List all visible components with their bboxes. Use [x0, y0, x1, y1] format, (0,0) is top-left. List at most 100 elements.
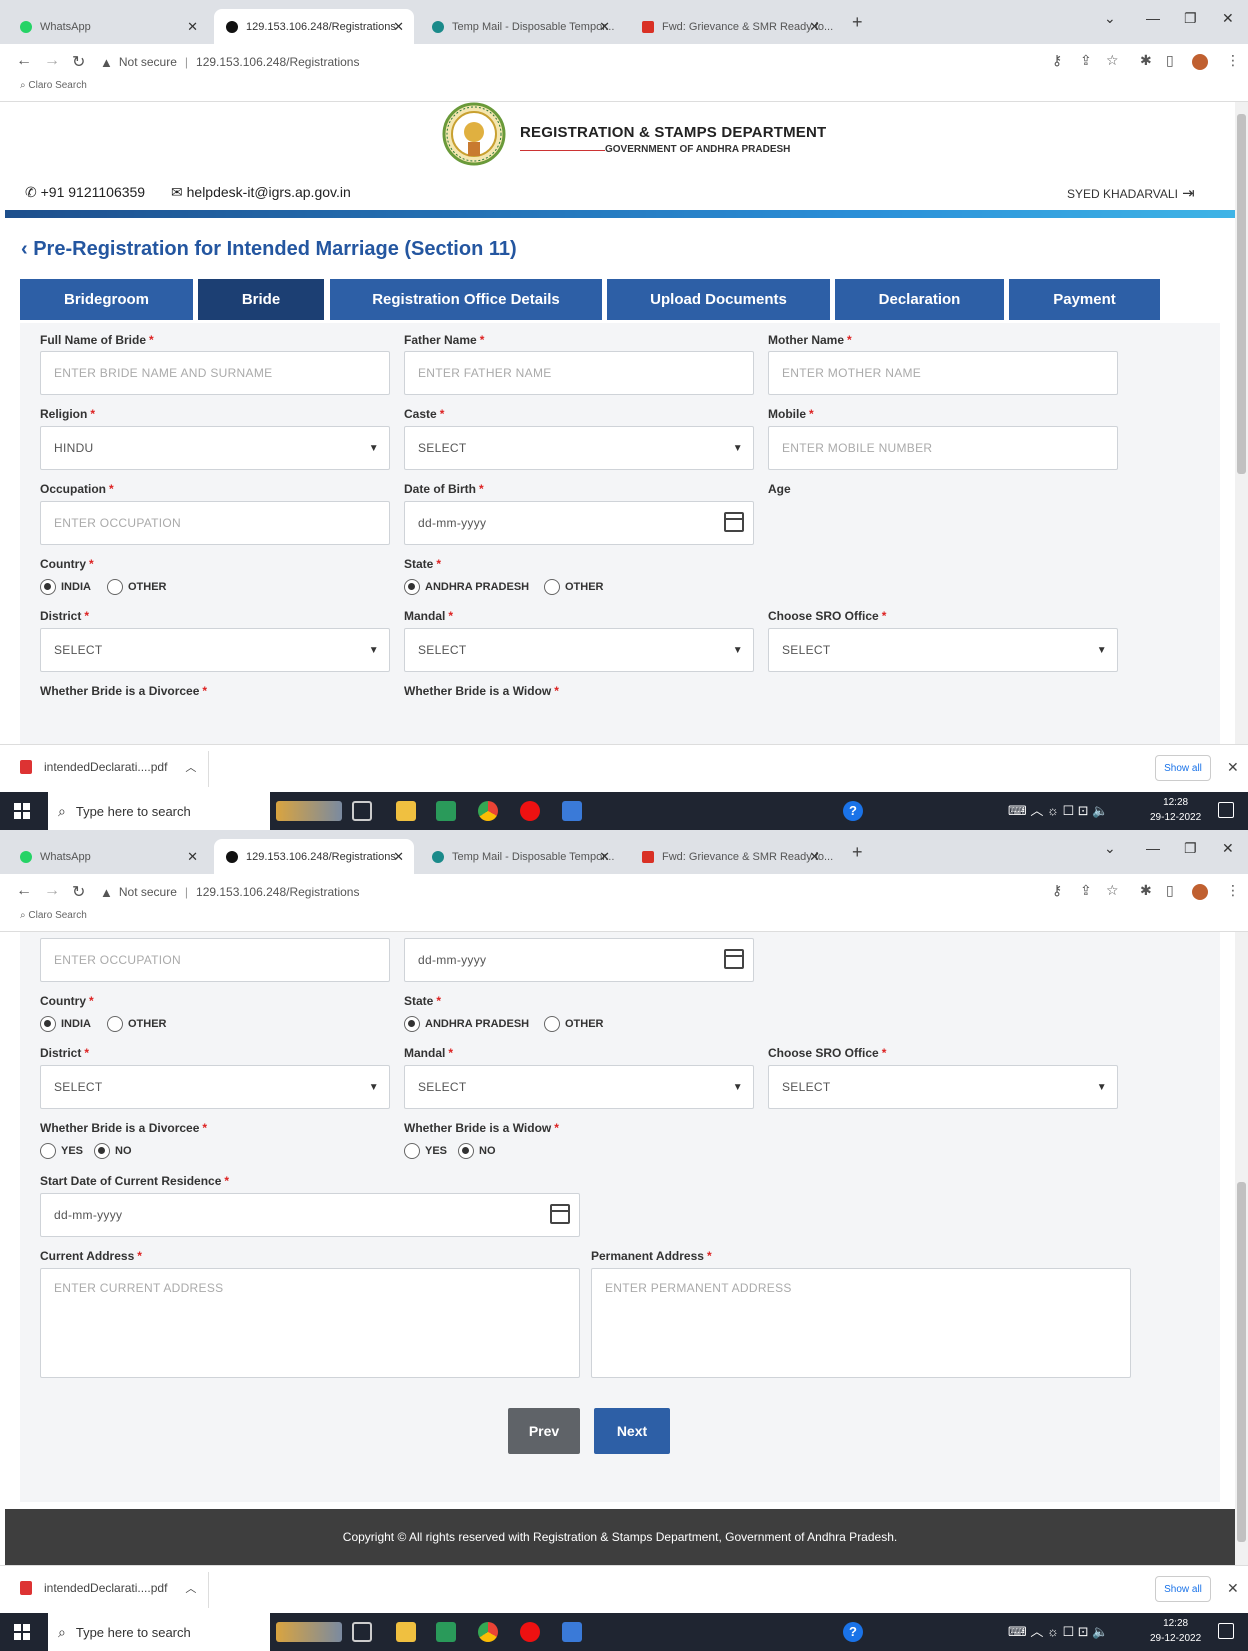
close-icon[interactable]: ✕ [809, 849, 820, 865]
calculator-icon[interactable] [436, 1622, 456, 1642]
religion-select[interactable]: HINDU ▼ [40, 426, 390, 470]
sidepanel-icon[interactable]: ▯ [1166, 52, 1174, 69]
close-icon[interactable]: ✕ [1227, 1580, 1239, 1597]
key-icon[interactable]: ⚷ [1052, 882, 1062, 899]
browser-tab-whatsapp[interactable]: WhatsApp ✕ [8, 9, 208, 44]
menu-icon[interactable]: ⋮ [1226, 52, 1240, 69]
widow-no-radio[interactable]: NO [458, 1143, 496, 1159]
file-explorer-icon[interactable] [396, 1622, 416, 1642]
close-icon[interactable]: ✕ [393, 19, 404, 35]
divorcee-no-radio[interactable]: NO [94, 1143, 132, 1159]
new-tab-button[interactable]: + [852, 842, 863, 863]
weather-icon[interactable] [276, 801, 342, 821]
share-icon[interactable]: ⇪ [1080, 52, 1092, 69]
state-ap-radio[interactable]: ANDHRA PRADESH [404, 579, 529, 595]
weather-icon[interactable] [276, 1622, 342, 1642]
share-icon[interactable]: ⇪ [1080, 882, 1092, 899]
help-icon[interactable]: ? [843, 1622, 863, 1642]
notifications-icon[interactable] [1218, 1623, 1234, 1639]
next-button[interactable]: Next [594, 1408, 670, 1454]
windows-start-icon[interactable] [14, 1624, 30, 1640]
mother-name-input[interactable]: ENTER MOTHER NAME [768, 351, 1118, 395]
star-icon[interactable]: ☆ [1106, 882, 1119, 899]
system-tray-icons[interactable]: ⌨ ︿ ☼ ☐ ⊡ 🔈 [1008, 1621, 1108, 1640]
bookmark-claro[interactable]: Claro Search [28, 910, 86, 921]
scrollbar-thumb[interactable] [1237, 114, 1246, 474]
sro-select[interactable]: SELECT ▼ [768, 628, 1118, 672]
url-bar[interactable]: ▲ Not secure | 129.153.106.248/Registration… [100, 50, 1030, 74]
logout-icon[interactable]: ⇥ [1178, 185, 1195, 202]
occupation-input[interactable]: ENTER OCCUPATION [40, 501, 390, 545]
taskbar-search[interactable]: ⌕ Type here to search [48, 792, 270, 830]
menu-icon[interactable]: ⋮ [1226, 882, 1240, 899]
reload-icon[interactable]: ↻ [72, 52, 85, 72]
country-other-radio[interactable]: OTHER [107, 1016, 167, 1032]
download-item[interactable]: intendedDeclarati....pdf ︿ [20, 1580, 196, 1596]
close-icon[interactable]: ✕ [187, 849, 198, 865]
opera-icon[interactable] [520, 801, 540, 821]
extensions-icon[interactable]: ✱ [1140, 882, 1152, 899]
restore-icon[interactable]: ❐ [1184, 10, 1197, 27]
current-address-textarea[interactable]: ENTER CURRENT ADDRESS [40, 1268, 580, 1378]
mandal-select[interactable]: SELECT ▼ [404, 1065, 754, 1109]
star-icon[interactable]: ☆ [1106, 52, 1119, 69]
page-scrollbar[interactable] [1235, 102, 1248, 744]
url-bar[interactable]: ▲ Not secure | 129.153.106.248/Registration… [100, 880, 1030, 904]
permanent-address-textarea[interactable]: ENTER PERMANENT ADDRESS [591, 1268, 1131, 1378]
close-icon[interactable]: ✕ [393, 849, 404, 865]
back-icon[interactable]: ← [16, 882, 32, 900]
tab-upload-documents[interactable]: Upload Documents [607, 279, 830, 320]
state-other-radio[interactable]: OTHER [544, 1016, 604, 1032]
scrollbar-thumb[interactable] [1237, 1182, 1246, 1542]
calendar-icon[interactable] [724, 949, 744, 969]
browser-tab-tempmail[interactable]: Temp Mail - Disposable Tempor... ✕ [420, 9, 620, 44]
close-icon[interactable]: ✕ [187, 19, 198, 35]
taskbar-clock[interactable]: 12:28 29-12-2022 [1150, 795, 1201, 825]
close-icon[interactable]: ✕ [809, 19, 820, 35]
state-other-radio[interactable]: OTHER [544, 579, 604, 595]
tab-payment[interactable]: Payment [1009, 279, 1160, 320]
mandal-select[interactable]: SELECT ▼ [404, 628, 754, 672]
close-icon[interactable]: ✕ [599, 19, 610, 35]
opera-icon[interactable] [520, 1622, 540, 1642]
browser-tab-whatsapp[interactable]: WhatsApp ✕ [8, 839, 208, 874]
tab-search-icon[interactable]: ⌄ [1104, 10, 1116, 27]
mobile-input[interactable]: ENTER MOBILE NUMBER [768, 426, 1118, 470]
tab-bridegroom[interactable]: Bridegroom [20, 279, 193, 320]
reload-icon[interactable]: ↻ [72, 882, 85, 902]
extensions-icon[interactable]: ✱ [1140, 52, 1152, 69]
residence-start-input[interactable]: dd-mm-yyyy [40, 1193, 580, 1237]
full-name-input[interactable]: ENTER BRIDE NAME AND SURNAME [40, 351, 390, 395]
user-menu[interactable]: SYED KHADARVALI ⇥ [1067, 184, 1195, 202]
browser-tab-tempmail[interactable]: Temp Mail - Disposable Tempor... ✕ [420, 839, 620, 874]
widow-yes-radio[interactable]: YES [404, 1143, 447, 1159]
bookmark-claro[interactable]: Claro Search [28, 80, 86, 91]
show-all-button[interactable]: Show all [1155, 1576, 1211, 1602]
calculator-icon[interactable] [436, 801, 456, 821]
restore-icon[interactable]: ❐ [1184, 840, 1197, 857]
download-item[interactable]: intendedDeclarati....pdf ︿ [20, 759, 196, 775]
browser-tab-registrations[interactable]: 129.153.106.248/Registrations ✕ [214, 9, 414, 44]
caste-select[interactable]: SELECT ▼ [404, 426, 754, 470]
back-chevron-icon[interactable]: ‹ [21, 238, 33, 260]
minimize-icon[interactable]: — [1146, 840, 1160, 856]
helpdesk-phone[interactable]: ✆ +91 9121106359 [25, 184, 145, 201]
chevron-up-icon[interactable]: ︿ [185, 759, 196, 775]
task-view-icon[interactable] [352, 1622, 372, 1642]
taskbar-clock[interactable]: 12:28 29-12-2022 [1150, 1616, 1201, 1646]
browser-tab-gmail[interactable]: Fwd: Grievance & SMR Ready fo... ✕ [630, 839, 833, 874]
tab-declaration[interactable]: Declaration [835, 279, 1004, 320]
dob-input[interactable]: dd-mm-yyyy [404, 501, 754, 545]
app-icon[interactable] [562, 1622, 582, 1642]
tab-registration-office-details[interactable]: Registration Office Details [330, 279, 602, 320]
helpdesk-email[interactable]: ✉ helpdesk-it@igrs.ap.gov.in [171, 184, 351, 201]
system-tray-icons[interactable]: ⌨ ︿ ☼ ☐ ⊡ 🔈 [1008, 800, 1108, 819]
sidepanel-icon[interactable]: ▯ [1166, 882, 1174, 899]
prev-button[interactable]: Prev [508, 1408, 580, 1454]
back-icon[interactable]: ← [16, 52, 32, 70]
country-other-radio[interactable]: OTHER [107, 579, 167, 595]
taskbar-search[interactable]: ⌕ Type here to search [48, 1613, 270, 1651]
close-window-icon[interactable]: ✕ [1222, 10, 1234, 27]
forward-icon[interactable]: → [44, 882, 60, 900]
calendar-icon[interactable] [724, 512, 744, 532]
